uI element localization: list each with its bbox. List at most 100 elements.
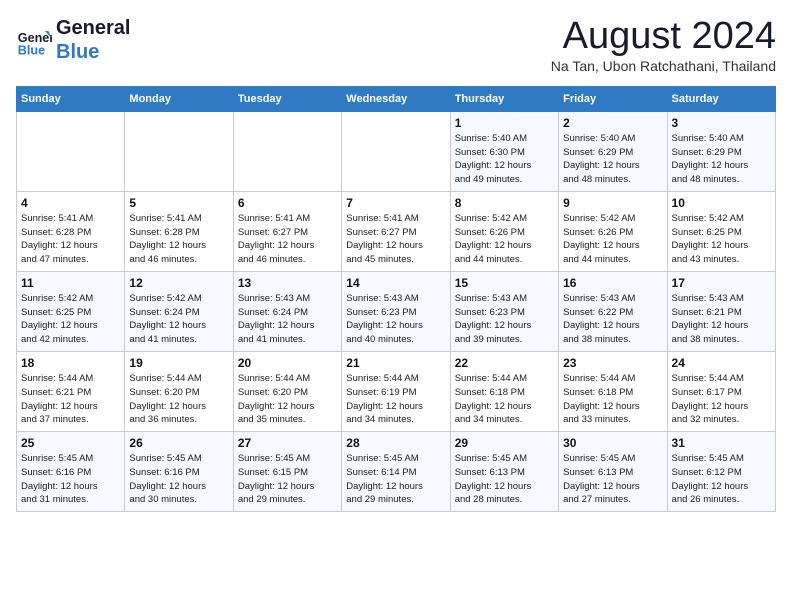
- day-number: 18: [21, 356, 120, 370]
- day-number: 5: [129, 196, 228, 210]
- calendar-cell: 5 Sunrise: 5:41 AM Sunset: 6:28 PM Daylig…: [125, 191, 233, 271]
- calendar-cell: 30 Sunrise: 5:45 AM Sunset: 6:13 PM Dayli…: [559, 432, 667, 512]
- day-info: Sunrise: 5:45 AM Sunset: 6:13 PM Dayligh…: [563, 452, 662, 507]
- day-number: 14: [346, 276, 445, 290]
- location: Na Tan, Ubon Ratchathani, Thailand: [551, 58, 776, 74]
- calendar-cell: 18 Sunrise: 5:44 AM Sunset: 6:21 PM Dayli…: [17, 351, 125, 431]
- day-info: Sunrise: 5:40 AM Sunset: 6:30 PM Dayligh…: [455, 132, 554, 187]
- day-number: 29: [455, 436, 554, 450]
- weekday-header-tuesday: Tuesday: [233, 86, 341, 111]
- calendar-cell: 10 Sunrise: 5:42 AM Sunset: 6:25 PM Dayli…: [667, 191, 775, 271]
- calendar-cell: [125, 111, 233, 191]
- month-title: August 2024: [551, 16, 776, 58]
- day-info: Sunrise: 5:44 AM Sunset: 6:18 PM Dayligh…: [563, 372, 662, 427]
- day-number: 4: [21, 196, 120, 210]
- calendar-cell: 25 Sunrise: 5:45 AM Sunset: 6:16 PM Dayli…: [17, 432, 125, 512]
- day-number: 26: [129, 436, 228, 450]
- calendar-cell: 27Sunrise: 5:45 AM Sunset: 6:15 PM Dayli…: [233, 432, 341, 512]
- calendar-cell: 6 Sunrise: 5:41 AM Sunset: 6:27 PM Daylig…: [233, 191, 341, 271]
- day-info: Sunrise: 5:41 AM Sunset: 6:27 PM Dayligh…: [238, 212, 337, 267]
- day-number: 6: [238, 196, 337, 210]
- title-block: August 2024 Na Tan, Ubon Ratchathani, Th…: [551, 16, 776, 74]
- day-number: 8: [455, 196, 554, 210]
- day-info: Sunrise: 5:45 AM Sunset: 6:14 PM Dayligh…: [346, 452, 445, 507]
- day-number: 1: [455, 116, 554, 130]
- calendar-cell: 24 Sunrise: 5:44 AM Sunset: 6:17 PM Dayli…: [667, 351, 775, 431]
- day-info: Sunrise: 5:41 AM Sunset: 6:28 PM Dayligh…: [21, 212, 120, 267]
- day-number: 9: [563, 196, 662, 210]
- day-number: 30: [563, 436, 662, 450]
- day-info: Sunrise: 5:40 AM Sunset: 6:29 PM Dayligh…: [563, 132, 662, 187]
- calendar-cell: 9 Sunrise: 5:42 AM Sunset: 6:26 PM Daylig…: [559, 191, 667, 271]
- weekday-header-friday: Friday: [559, 86, 667, 111]
- svg-text:Blue: Blue: [18, 43, 45, 57]
- day-info: Sunrise: 5:43 AM Sunset: 6:24 PM Dayligh…: [238, 292, 337, 347]
- calendar-cell: 16 Sunrise: 5:43 AM Sunset: 6:22 PM Dayli…: [559, 271, 667, 351]
- logo-line1: General: [56, 16, 130, 40]
- day-number: 10: [672, 196, 771, 210]
- day-number: 17: [672, 276, 771, 290]
- weekday-header-wednesday: Wednesday: [342, 86, 450, 111]
- calendar-cell: 13Sunrise: 5:43 AM Sunset: 6:24 PM Dayli…: [233, 271, 341, 351]
- calendar-cell: [17, 111, 125, 191]
- calendar-cell: 19 Sunrise: 5:44 AM Sunset: 6:20 PM Dayli…: [125, 351, 233, 431]
- calendar-cell: 1 Sunrise: 5:40 AM Sunset: 6:30 PM Daylig…: [450, 111, 558, 191]
- day-number: 11: [21, 276, 120, 290]
- day-number: 19: [129, 356, 228, 370]
- calendar-cell: 17 Sunrise: 5:43 AM Sunset: 6:21 PM Dayli…: [667, 271, 775, 351]
- calendar-cell: 21Sunrise: 5:44 AM Sunset: 6:19 PM Dayli…: [342, 351, 450, 431]
- day-info: Sunrise: 5:42 AM Sunset: 6:24 PM Dayligh…: [129, 292, 228, 347]
- day-info: Sunrise: 5:42 AM Sunset: 6:25 PM Dayligh…: [21, 292, 120, 347]
- calendar-cell: 20 Sunrise: 5:44 AM Sunset: 6:20 PM Dayli…: [233, 351, 341, 431]
- day-number: 28: [346, 436, 445, 450]
- day-number: 15: [455, 276, 554, 290]
- day-number: 20: [238, 356, 337, 370]
- day-info: Sunrise: 5:45 AM Sunset: 6:16 PM Dayligh…: [129, 452, 228, 507]
- logo-icon: General Blue: [16, 22, 52, 58]
- day-number: 31: [672, 436, 771, 450]
- calendar-cell: 15 Sunrise: 5:43 AM Sunset: 6:23 PM Dayli…: [450, 271, 558, 351]
- day-info: Sunrise: 5:45 AM Sunset: 6:13 PM Dayligh…: [455, 452, 554, 507]
- day-info: Sunrise: 5:44 AM Sunset: 6:18 PM Dayligh…: [455, 372, 554, 427]
- day-number: 2: [563, 116, 662, 130]
- weekday-header-thursday: Thursday: [450, 86, 558, 111]
- day-number: 21: [346, 356, 445, 370]
- calendar-cell: 23 Sunrise: 5:44 AM Sunset: 6:18 PM Dayli…: [559, 351, 667, 431]
- calendar-cell: 22 Sunrise: 5:44 AM Sunset: 6:18 PM Dayli…: [450, 351, 558, 431]
- day-number: 22: [455, 356, 554, 370]
- day-number: 16: [563, 276, 662, 290]
- day-info: Sunrise: 5:45 AM Sunset: 6:16 PM Dayligh…: [21, 452, 120, 507]
- day-number: 3: [672, 116, 771, 130]
- weekday-header-saturday: Saturday: [667, 86, 775, 111]
- day-info: Sunrise: 5:42 AM Sunset: 6:25 PM Dayligh…: [672, 212, 771, 267]
- calendar-cell: 12Sunrise: 5:42 AM Sunset: 6:24 PM Dayli…: [125, 271, 233, 351]
- calendar-table: SundayMondayTuesdayWednesdayThursdayFrid…: [16, 86, 776, 512]
- day-number: 23: [563, 356, 662, 370]
- day-info: Sunrise: 5:40 AM Sunset: 6:29 PM Dayligh…: [672, 132, 771, 187]
- day-info: Sunrise: 5:45 AM Sunset: 6:12 PM Dayligh…: [672, 452, 771, 507]
- day-info: Sunrise: 5:41 AM Sunset: 6:28 PM Dayligh…: [129, 212, 228, 267]
- day-info: Sunrise: 5:44 AM Sunset: 6:20 PM Dayligh…: [129, 372, 228, 427]
- weekday-header-monday: Monday: [125, 86, 233, 111]
- day-info: Sunrise: 5:43 AM Sunset: 6:22 PM Dayligh…: [563, 292, 662, 347]
- day-info: Sunrise: 5:41 AM Sunset: 6:27 PM Dayligh…: [346, 212, 445, 267]
- page-header: General Blue General Blue August 2024 Na…: [16, 16, 776, 74]
- day-info: Sunrise: 5:44 AM Sunset: 6:17 PM Dayligh…: [672, 372, 771, 427]
- day-info: Sunrise: 5:43 AM Sunset: 6:23 PM Dayligh…: [455, 292, 554, 347]
- calendar-cell: 3 Sunrise: 5:40 AM Sunset: 6:29 PM Daylig…: [667, 111, 775, 191]
- calendar-cell: 11 Sunrise: 5:42 AM Sunset: 6:25 PM Dayli…: [17, 271, 125, 351]
- day-number: 25: [21, 436, 120, 450]
- day-info: Sunrise: 5:44 AM Sunset: 6:21 PM Dayligh…: [21, 372, 120, 427]
- day-info: Sunrise: 5:45 AM Sunset: 6:15 PM Dayligh…: [238, 452, 337, 507]
- calendar-cell: 8Sunrise: 5:42 AM Sunset: 6:26 PM Daylig…: [450, 191, 558, 271]
- calendar-cell: 28 Sunrise: 5:45 AM Sunset: 6:14 PM Dayli…: [342, 432, 450, 512]
- day-info: Sunrise: 5:44 AM Sunset: 6:20 PM Dayligh…: [238, 372, 337, 427]
- day-number: 24: [672, 356, 771, 370]
- calendar-cell: 2 Sunrise: 5:40 AM Sunset: 6:29 PM Daylig…: [559, 111, 667, 191]
- calendar-cell: 4 Sunrise: 5:41 AM Sunset: 6:28 PM Daylig…: [17, 191, 125, 271]
- day-info: Sunrise: 5:43 AM Sunset: 6:21 PM Dayligh…: [672, 292, 771, 347]
- calendar-cell: [233, 111, 341, 191]
- day-info: Sunrise: 5:42 AM Sunset: 6:26 PM Dayligh…: [563, 212, 662, 267]
- day-info: Sunrise: 5:43 AM Sunset: 6:23 PM Dayligh…: [346, 292, 445, 347]
- logo-line2: Blue: [56, 40, 130, 64]
